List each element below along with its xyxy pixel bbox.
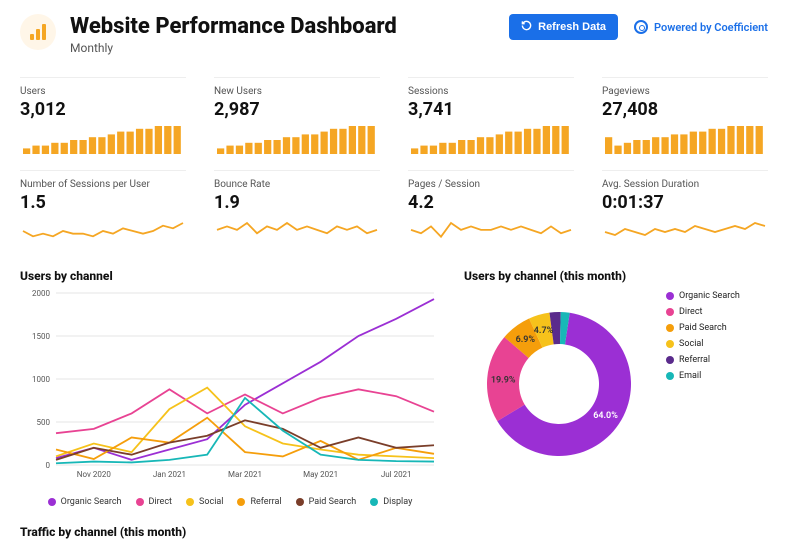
legend-dot: [186, 498, 194, 506]
kpi-value: 0:01:37: [602, 192, 768, 213]
legend-item: Organic Search: [48, 497, 122, 507]
legend-item: Direct: [666, 307, 740, 317]
kpi-label: Number of Sessions per User: [20, 179, 186, 190]
kpi-card: Users 3,012: [20, 77, 186, 160]
kpi-label: New Users: [214, 86, 380, 97]
legend-label: Referral: [679, 355, 710, 365]
legend-item: Organic Search: [666, 291, 740, 301]
sparkline-bar: [602, 124, 768, 156]
svg-text:19.9%: 19.9%: [491, 376, 516, 386]
legend-dot: [666, 340, 674, 348]
legend-dot: [666, 356, 674, 364]
traffic-section-title: Traffic by channel (this month): [20, 525, 768, 539]
legend-item: Paid Search: [296, 497, 357, 507]
legend-label: Organic Search: [679, 291, 740, 301]
legend-dot: [666, 324, 674, 332]
sparkline-bar: [20, 124, 186, 156]
kpi-card: Number of Sessions per User 1.5: [20, 170, 186, 253]
page-subtitle: Monthly: [70, 41, 495, 55]
legend-dot: [136, 498, 144, 506]
legend-label: Social: [199, 497, 223, 507]
sparkline-bar: [214, 124, 380, 156]
legend-item: Display: [370, 497, 412, 507]
sparkline-line: [214, 217, 380, 249]
svg-text:Nov 2020: Nov 2020: [77, 470, 112, 479]
refresh-button-label: Refresh Data: [538, 21, 606, 33]
svg-text:6.9%: 6.9%: [516, 336, 536, 346]
kpi-value: 4.2: [408, 192, 574, 213]
powered-by-link[interactable]: Powered by Coefficient: [634, 20, 768, 34]
page-title: Website Performance Dashboard: [70, 14, 495, 39]
kpi-label: Pageviews: [602, 86, 768, 97]
svg-text:4.7%: 4.7%: [534, 326, 554, 336]
legend-item: Social: [666, 339, 740, 349]
svg-text:1000: 1000: [32, 375, 50, 384]
sparkline-line: [20, 217, 186, 249]
svg-text:1500: 1500: [32, 332, 50, 341]
legend-dot: [666, 308, 674, 316]
svg-text:2000: 2000: [32, 289, 50, 298]
kpi-label: Sessions: [408, 86, 574, 97]
users-by-channel-line-chart: 0 500 1000 1500 2000 Nov 2020 Jan 2021 Mar 2021…: [20, 287, 440, 487]
legend-item: Referral: [237, 497, 281, 507]
sparkline-line: [408, 217, 574, 249]
svg-text:500: 500: [37, 418, 51, 427]
kpi-value: 3,012: [20, 99, 186, 120]
legend-label: Direct: [679, 307, 703, 317]
svg-text:Jan 2021: Jan 2021: [153, 470, 186, 479]
legend-dot: [296, 498, 304, 506]
legend-label: Paid Search: [679, 323, 727, 333]
refresh-icon: [521, 20, 532, 34]
legend-dot: [48, 498, 56, 506]
kpi-card: New Users 2,987: [214, 77, 380, 160]
legend-label: Paid Search: [309, 497, 357, 507]
powered-by-label: Powered by Coefficient: [654, 21, 768, 34]
legend-item: Direct: [136, 497, 173, 507]
kpi-value: 1.5: [20, 192, 186, 213]
legend-label: Organic Search: [61, 497, 122, 507]
kpi-card: Sessions 3,741: [408, 77, 574, 160]
kpi-label: Bounce Rate: [214, 179, 380, 190]
coefficient-icon: [634, 20, 648, 34]
kpi-card: Pages / Session 4.2: [408, 170, 574, 253]
kpi-card: Bounce Rate 1.9: [214, 170, 380, 253]
kpi-value: 2,987: [214, 99, 380, 120]
sparkline-line: [602, 217, 768, 249]
kpi-card: Pageviews 27,408: [602, 77, 768, 160]
legend-label: Email: [679, 371, 701, 381]
svg-text:Mar 2021: Mar 2021: [228, 470, 262, 479]
legend-dot: [237, 498, 245, 506]
kpi-value: 1.9: [214, 192, 380, 213]
kpi-label: Avg. Session Duration: [602, 179, 768, 190]
kpi-value: 3,741: [408, 99, 574, 120]
legend-dot: [370, 498, 378, 506]
kpi-label: Pages / Session: [408, 179, 574, 190]
users-by-channel-donut: 64.0% 19.9% 6.9%4.7%: [464, 287, 654, 477]
legend-label: Display: [383, 497, 412, 507]
refresh-button[interactable]: Refresh Data: [509, 14, 618, 40]
kpi-card: Avg. Session Duration 0:01:37: [602, 170, 768, 253]
ga-logo-icon: [20, 14, 56, 50]
svg-text:0: 0: [46, 461, 51, 470]
legend-item: Paid Search: [666, 323, 740, 333]
legend-item: Social: [186, 497, 223, 507]
svg-text:May 2021: May 2021: [303, 470, 338, 479]
kpi-label: Users: [20, 86, 186, 97]
sparkline-bar: [408, 124, 574, 156]
svg-text:Jul 2021: Jul 2021: [381, 470, 412, 479]
donut-title: Users by channel (this month): [464, 269, 768, 283]
svg-text:64.0%: 64.0%: [593, 411, 618, 421]
legend-label: Referral: [250, 497, 281, 507]
kpi-value: 27,408: [602, 99, 768, 120]
legend-dot: [666, 292, 674, 300]
legend-dot: [666, 372, 674, 380]
legend-label: Social: [679, 339, 703, 349]
legend-item: Referral: [666, 355, 740, 365]
line-chart-title: Users by channel: [20, 269, 440, 283]
legend-item: Email: [666, 371, 740, 381]
legend-label: Direct: [149, 497, 173, 507]
